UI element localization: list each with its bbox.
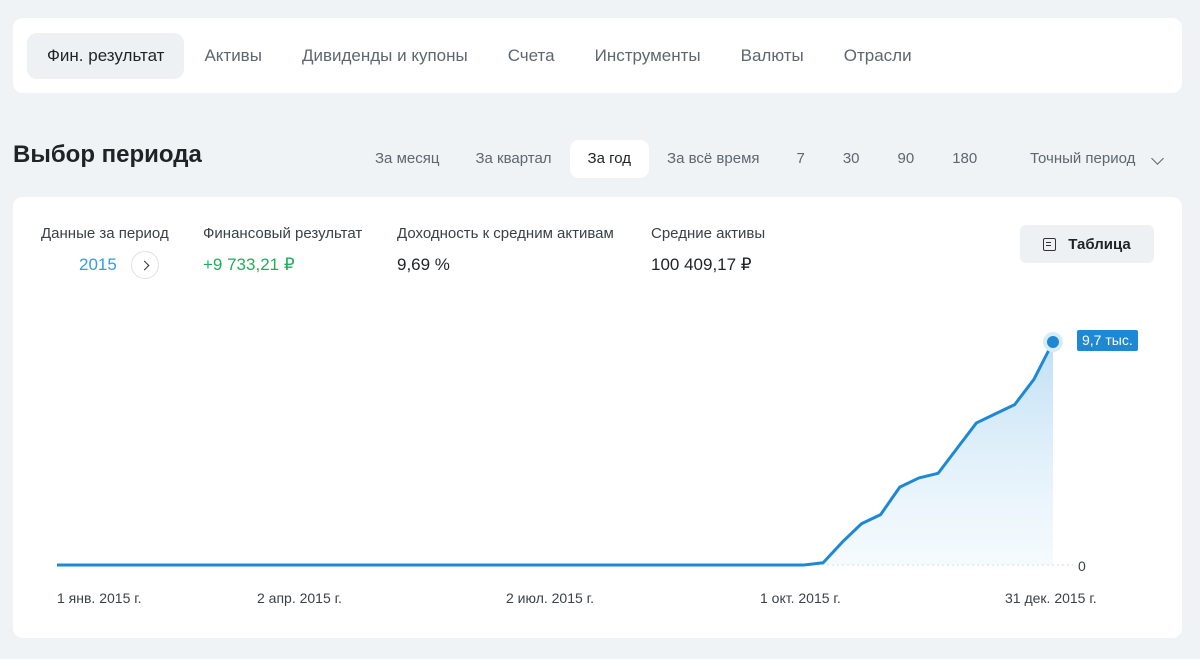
x-tick-label: 2 июл. 2015 г.: [506, 590, 594, 606]
tab-3[interactable]: Счета: [488, 33, 575, 79]
period-days-button-90[interactable]: 90: [879, 140, 934, 178]
period-button-0[interactable]: За месяц: [357, 140, 457, 178]
tab-2[interactable]: Дивиденды и купоны: [282, 33, 488, 79]
y-tick-label: 0: [1078, 558, 1086, 574]
period-selector: За месяц За квартал За год За всё время 7 30 9…: [357, 140, 996, 178]
tab-0[interactable]: Фин. результат: [27, 32, 185, 79]
x-tick-label: 31 дек. 2015 г.: [1005, 590, 1097, 606]
period-button-3[interactable]: За всё время: [649, 140, 777, 178]
exact-period-dropdown[interactable]: Точный период: [1012, 140, 1182, 178]
period-button-2[interactable]: За год: [569, 140, 650, 178]
period-days-button-180[interactable]: 180: [933, 140, 996, 178]
chevron-down-icon: [1151, 152, 1164, 165]
period-title: Выбор периода: [13, 141, 202, 168]
tab-1[interactable]: Активы: [184, 33, 282, 79]
period-button-1[interactable]: За квартал: [457, 140, 569, 178]
result-area: [57, 342, 1053, 565]
section-tabs: Фин. результат Активы Дивиденды и купоны Сч…: [13, 18, 1182, 93]
last-value-tooltip: 9,7 тыс.: [1077, 330, 1138, 351]
result-chart: [57, 332, 1073, 567]
tab-4[interactable]: Инструменты: [575, 33, 721, 79]
period-days-button-30[interactable]: 30: [824, 140, 879, 178]
tab-5[interactable]: Валюты: [721, 33, 824, 79]
x-tick-label: 1 янв. 2015 г.: [57, 590, 142, 606]
x-tick-label: 2 апр. 2015 г.: [257, 590, 342, 606]
exact-period-label: Точный период: [1030, 150, 1136, 167]
tab-6[interactable]: Отрасли: [824, 33, 932, 79]
data-point-16[interactable]: [1043, 332, 1063, 352]
period-days-button-7[interactable]: 7: [778, 140, 824, 178]
result-card: Данные за период 2015 Финансовый результ…: [13, 197, 1182, 638]
x-tick-label: 1 окт. 2015 г.: [760, 590, 841, 606]
